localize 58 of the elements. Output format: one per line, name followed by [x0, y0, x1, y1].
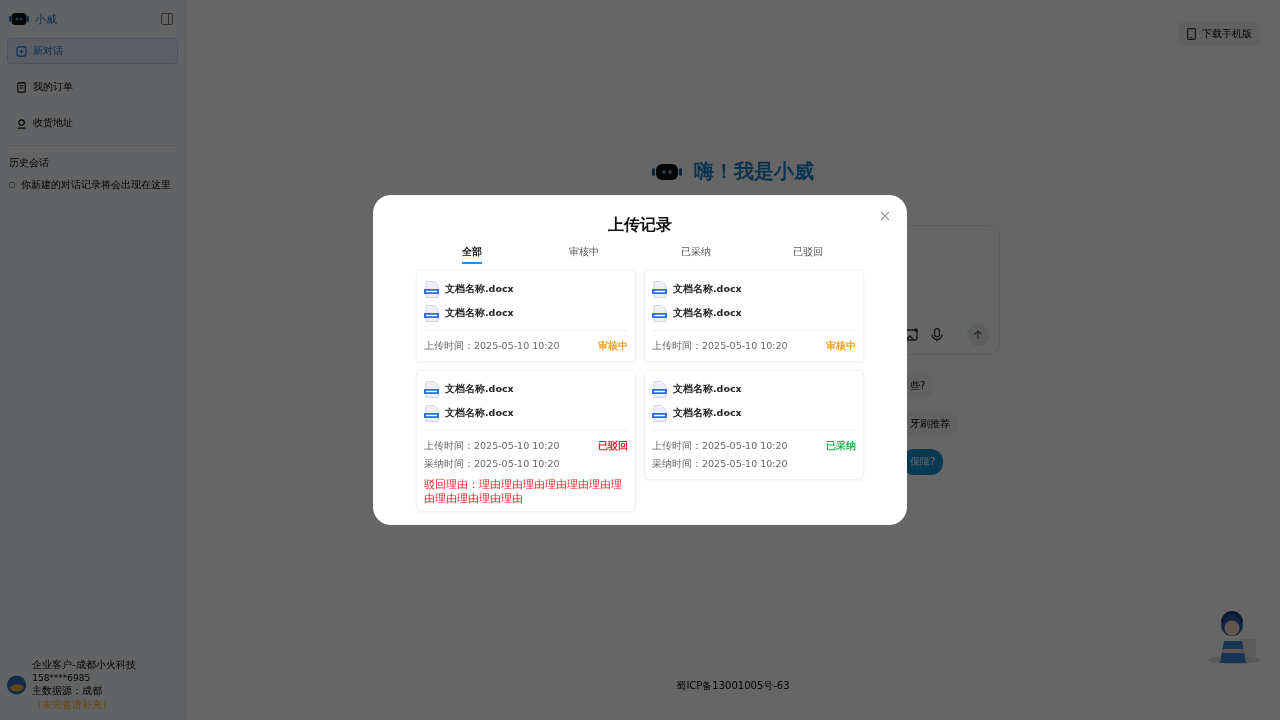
dialog-title: 上传记录: [607, 215, 673, 236]
phone-icon: [1187, 28, 1196, 40]
upload-time-text: 上传时间：2025-05-10 10:20: [424, 439, 560, 453]
adopt-time-text: 采纳时间：2025-05-10 10:20: [424, 457, 560, 471]
location-icon: [16, 117, 27, 129]
file-name: 文档名称.docx: [445, 306, 514, 320]
filter-tab[interactable]: 已采纳: [681, 246, 711, 264]
status-label: 已驳回: [598, 439, 628, 453]
upload-time-text: 上传时间：2025-05-10 10:20: [652, 339, 788, 353]
nav-item[interactable]: 新对话: [7, 38, 178, 64]
document-file-icon: [652, 404, 667, 422]
document-file-icon: [424, 380, 439, 398]
nav-item[interactable]: 我的订单: [7, 74, 178, 100]
document-file-icon: [424, 404, 439, 422]
nav-item[interactable]: 收货地址: [7, 110, 178, 136]
account-type: 企业客户-成都小火科技: [32, 658, 137, 672]
image-icon[interactable]: [905, 328, 919, 342]
chat-bubble-icon: [9, 182, 15, 188]
send-button[interactable]: [967, 324, 989, 346]
file-name: 文档名称.docx: [673, 306, 742, 320]
status-label: 已采纳: [826, 439, 856, 453]
data-source: 主数据源：成都: [32, 684, 103, 698]
document-file-icon: [424, 280, 439, 298]
icp-license-text: 蜀ICP备13001005号-63: [676, 679, 790, 693]
adopt-time-text: 采纳时间：2025-05-10 10:20: [652, 457, 788, 471]
upload-time-text: 上传时间：2025-05-10 10:20: [652, 439, 788, 453]
filter-tab[interactable]: 全部: [462, 246, 482, 264]
file-name: 文档名称.docx: [673, 406, 742, 420]
document-icon: [16, 81, 27, 93]
upload-time-text: 上传时间：2025-05-10 10:20: [424, 339, 560, 353]
chat-icon: [16, 45, 27, 57]
microphone-icon[interactable]: [931, 328, 943, 342]
avatar: [7, 675, 27, 695]
status-label: 审核中: [826, 339, 856, 353]
document-file-icon: [652, 304, 667, 322]
robot-logo-icon: [9, 12, 29, 26]
phone-number: 158****6985: [32, 673, 92, 683]
close-icon[interactable]: [880, 211, 890, 221]
robot-logo-icon: [652, 162, 682, 181]
file-name: 文档名称.docx: [445, 406, 514, 420]
empty-history-text: 你新建的对话记录将会出现在这里: [21, 178, 171, 192]
file-name: 文档名称.docx: [445, 382, 514, 396]
sidebar-toggle-icon[interactable]: [161, 13, 173, 25]
filter-tab[interactable]: 已驳回: [793, 246, 823, 264]
greeting-title: 嗨！我是小威: [694, 158, 814, 185]
section-label: 历史会话: [8, 156, 50, 170]
file-name: 文档名称.docx: [673, 382, 742, 396]
document-file-icon: [652, 280, 667, 298]
document-file-icon: [424, 304, 439, 322]
file-name: 文档名称.docx: [445, 282, 514, 296]
file-name: 文档名称.docx: [673, 282, 742, 296]
brand-name: 小威: [35, 11, 58, 27]
rejection-reason: 驳回理由：理由理由理由理由理由理由理由理由理由理由理由: [424, 477, 623, 505]
download-app-button[interactable]: 下载手机版: [1179, 22, 1260, 46]
document-file-icon: [652, 380, 667, 398]
arrow-up-icon: [973, 330, 983, 340]
status-label: 审核中: [598, 339, 628, 353]
filter-tab[interactable]: 审核中: [569, 246, 599, 264]
